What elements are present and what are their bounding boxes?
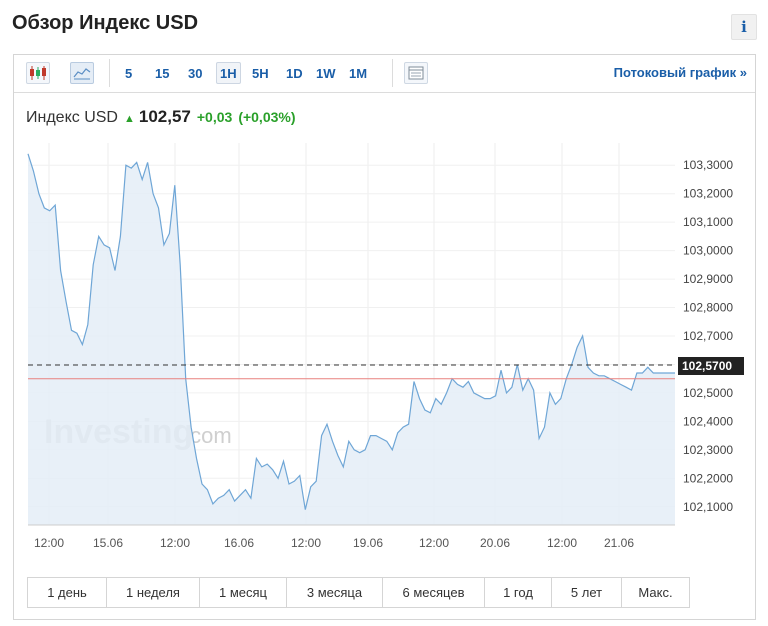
quote-header: Индекс USD ▲ 102,57 +0,03 (+0,03%) (26, 107, 296, 127)
timeframe-1w[interactable]: 1W (316, 62, 336, 84)
y-tick-label: 102,7000 (683, 329, 733, 343)
page-title: Обзор Индекс USD (12, 12, 199, 34)
period-1-day[interactable]: 1 день (28, 578, 107, 607)
x-tick-label: 20.06 (480, 536, 510, 550)
info-button[interactable]: i (731, 14, 757, 40)
toolbar-divider (109, 59, 110, 87)
price-area (28, 153, 675, 526)
timeframe-5[interactable]: 5 (125, 62, 132, 84)
period-5-years[interactable]: 5 лет (552, 578, 622, 607)
x-tick-label: 21.06 (604, 536, 634, 550)
y-tick-label: 102,2000 (683, 471, 733, 485)
stream-chart-link[interactable]: Потоковый график » (614, 65, 747, 80)
y-tick-label: 103,3000 (683, 158, 733, 172)
period-1-month[interactable]: 1 месяц (200, 578, 287, 607)
period-1-week[interactable]: 1 неделя (107, 578, 200, 607)
timeframe-1h[interactable]: 1H (216, 62, 241, 84)
timeframe-30[interactable]: 30 (188, 62, 202, 84)
last-price: 102,57 (138, 107, 191, 126)
period-3-months[interactable]: 3 месяца (287, 578, 383, 607)
y-tick-label: 103,1000 (683, 215, 733, 229)
y-tick-label: 102,8000 (683, 301, 733, 315)
price-change-percent: (+0,03%) (238, 109, 296, 125)
y-tick-label: 102,5000 (683, 386, 733, 400)
area-chart-icon[interactable] (70, 62, 94, 84)
timeframe-1d[interactable]: 1D (286, 62, 303, 84)
x-tick-label: 19.06 (353, 536, 383, 550)
x-tick-label: 12:00 (419, 536, 449, 550)
period-selector: 1 день 1 неделя 1 месяц 3 месяца 6 месяц… (27, 577, 690, 608)
chart-toolbar: 5 15 30 1H 5H 1D 1W 1M Потоковый график … (14, 55, 755, 93)
instrument-name: Индекс USD (26, 109, 118, 126)
timeframe-15[interactable]: 15 (155, 62, 169, 84)
x-tick-label: 12:00 (547, 536, 577, 550)
table-icon[interactable] (404, 62, 428, 84)
current-price-label: 102,5700 (682, 359, 732, 373)
period-1-year[interactable]: 1 год (485, 578, 552, 607)
x-tick-label: 12:00 (291, 536, 321, 550)
x-tick-label: 12:00 (160, 536, 190, 550)
price-chart[interactable]: 12:00 15.06 12:00 16.06 12:00 19.06 12:00 20.06… (14, 143, 755, 563)
y-tick-label: 103,0000 (683, 244, 733, 258)
chart-panel: 5 15 30 1H 5H 1D 1W 1M Потоковый график … (13, 54, 756, 620)
period-max[interactable]: Макс. (622, 578, 689, 607)
y-tick-label: 102,4000 (683, 414, 733, 428)
timeframe-5h[interactable]: 5H (252, 62, 269, 84)
x-tick-label: 15.06 (93, 536, 123, 550)
timeframe-1m[interactable]: 1M (349, 62, 367, 84)
y-tick-label: 102,3000 (683, 443, 733, 457)
toolbar-divider (392, 59, 393, 87)
y-tick-label: 102,1000 (683, 500, 733, 514)
up-arrow-icon: ▲ (123, 113, 135, 125)
y-tick-label: 102,9000 (683, 272, 733, 286)
candlestick-icon[interactable] (26, 62, 50, 84)
price-change: +0,03 (196, 109, 233, 125)
x-tick-label: 16.06 (224, 536, 254, 550)
period-6-months[interactable]: 6 месяцев (383, 578, 485, 607)
y-tick-label: 103,2000 (683, 187, 733, 201)
x-tick-label: 12:00 (34, 536, 64, 550)
